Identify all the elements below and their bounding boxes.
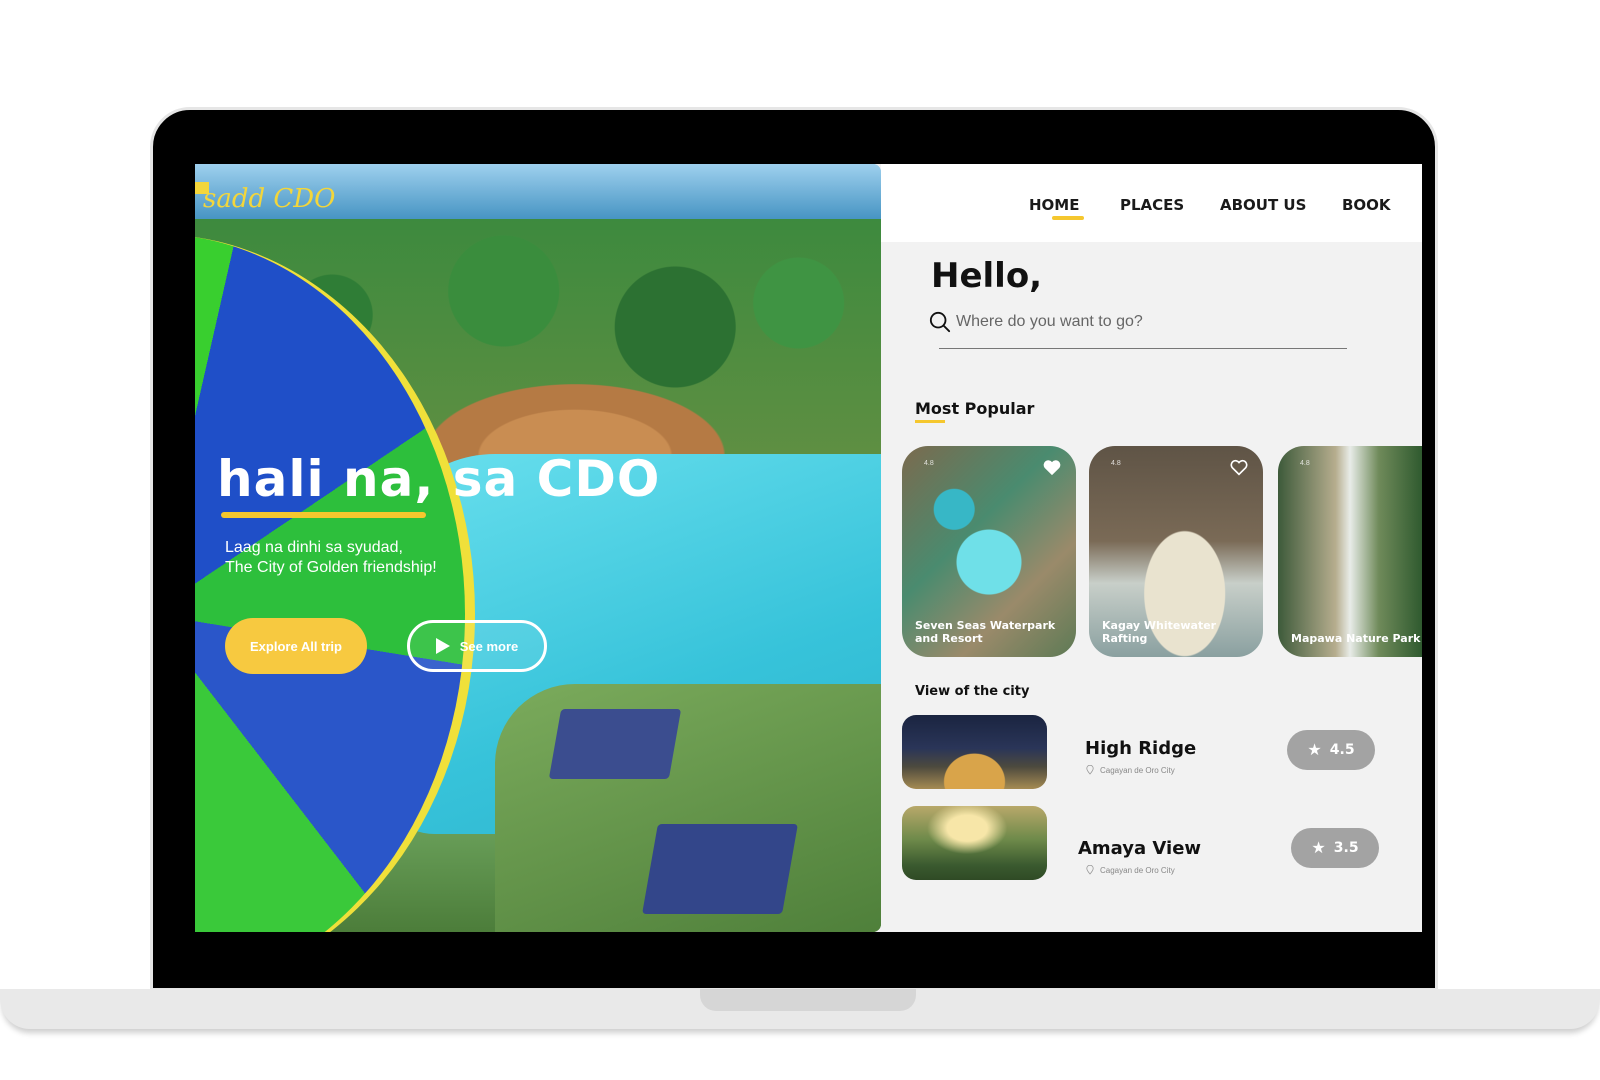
card-rating: 4.8 — [1300, 460, 1310, 467]
card-rating: 4.8 — [924, 460, 934, 467]
card-label: Seven Seas Waterpark and Resort — [915, 619, 1056, 645]
nav-home[interactable]: HOME — [1029, 196, 1079, 214]
search-icon[interactable] — [929, 311, 951, 333]
hero-title-underline — [221, 512, 426, 518]
card-label: Mapawa Nature Park — [1291, 632, 1421, 645]
location-pin-icon — [1086, 765, 1094, 775]
explore-all-trip-button[interactable]: Explore All trip — [225, 618, 367, 674]
most-popular-title: Most Popular — [915, 399, 1035, 418]
card-rating: 4.8 — [1111, 460, 1121, 467]
city-name: Amaya View — [1078, 838, 1202, 859]
brand-logo[interactable]: sadd CDO — [203, 184, 335, 214]
popular-card[interactable]: 4.8 Mapawa Nature Park — [1278, 446, 1422, 657]
heart-filled-icon[interactable] — [1042, 458, 1062, 476]
laptop-notch — [700, 989, 916, 1011]
popular-card[interactable]: 4.8 Seven Seas Waterpark and Resort — [902, 446, 1076, 657]
explore-button-label: Explore All trip — [250, 638, 342, 654]
popular-card[interactable]: 4.8 Kagay Whitewater Rafting — [1089, 446, 1263, 657]
top-navbar: HOME PLACES ABOUT US BOOK — [881, 164, 1422, 242]
most-popular-underline — [915, 420, 945, 423]
card-label: Kagay Whitewater Rafting — [1102, 619, 1217, 645]
rating-badge: ★ 3.5 — [1291, 828, 1379, 868]
city-location-text: Cagayan de Oro City — [1100, 765, 1175, 775]
search-input[interactable] — [956, 306, 1336, 338]
hero-subtitle: Laag na dinhi sa syudad, The City of Gol… — [225, 539, 437, 576]
location-pin-icon — [1086, 865, 1094, 875]
app-screen: sadd CDO hali na, sa CDO Laag na dinhi s… — [195, 164, 1422, 932]
city-thumbnail — [902, 715, 1047, 789]
rating-badge: ★ 4.5 — [1287, 730, 1375, 770]
see-more-button[interactable]: See more — [407, 620, 547, 672]
hero-gazebo — [548, 709, 682, 779]
nav-book[interactable]: BOOK — [1342, 196, 1391, 214]
city-location: Cagayan de Oro City — [1086, 765, 1175, 775]
city-location-text: Cagayan de Oro City — [1100, 865, 1175, 875]
greeting: Hello, — [931, 256, 1043, 296]
star-icon: ★ — [1307, 740, 1322, 759]
city-name: High Ridge — [1085, 738, 1197, 759]
see-more-label: See more — [459, 638, 519, 654]
city-list-item[interactable]: Amaya View Cagayan de Oro City ★ 3.5 — [902, 806, 1382, 882]
city-list-item[interactable]: High Ridge Cagayan de Oro City ★ 4.5 — [902, 715, 1382, 791]
hero-section: sadd CDO hali na, sa CDO Laag na dinhi s… — [195, 164, 881, 932]
hero-gazebo — [642, 824, 798, 914]
hero-title: hali na, sa CDO — [217, 450, 661, 508]
rating-value: 3.5 — [1333, 840, 1359, 856]
nav-active-indicator — [1052, 216, 1084, 220]
nav-places[interactable]: PLACES — [1120, 196, 1184, 214]
right-panel: HOME PLACES ABOUT US BOOK Hello, Most Po… — [881, 164, 1422, 932]
rating-value: 4.5 — [1329, 742, 1355, 758]
city-thumbnail — [902, 806, 1047, 880]
play-icon — [435, 638, 450, 654]
nav-about-us[interactable]: ABOUT US — [1220, 196, 1306, 214]
city-location: Cagayan de Oro City — [1086, 865, 1175, 875]
search-underline — [939, 348, 1347, 349]
heart-outline-icon[interactable] — [1229, 458, 1249, 476]
view-of-city-title: View of the city — [915, 684, 1030, 699]
star-icon: ★ — [1311, 838, 1326, 857]
